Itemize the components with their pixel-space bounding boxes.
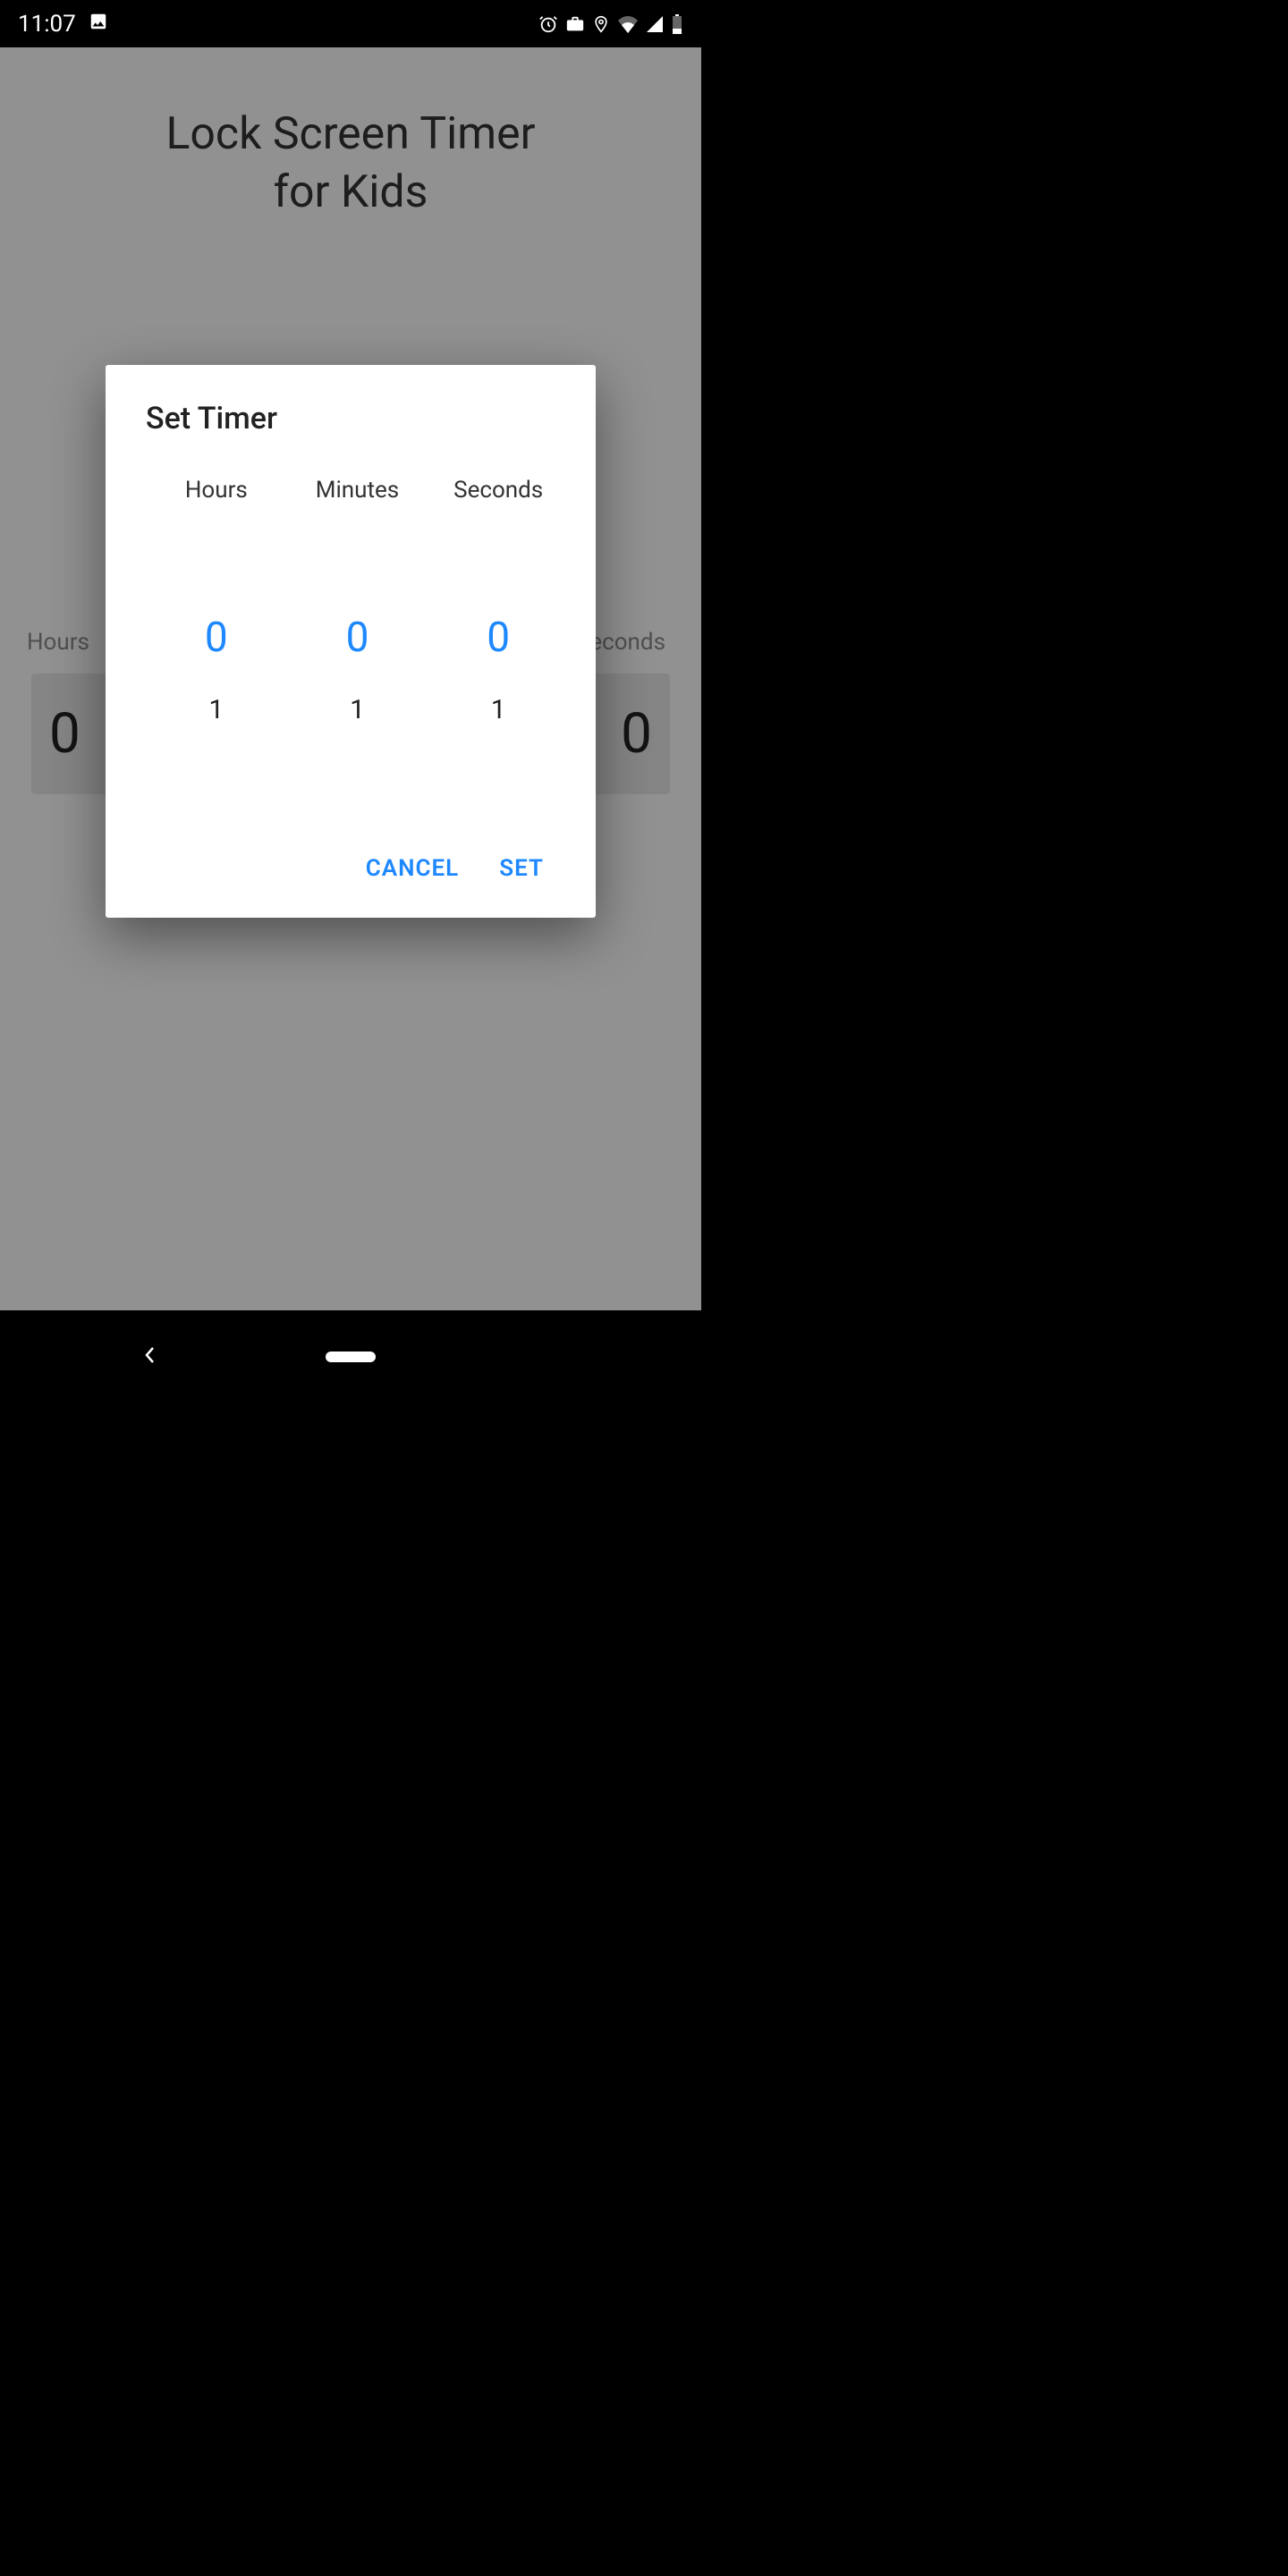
status-bar: 11:07 [0, 0, 701, 47]
hours-header: Hours [146, 477, 287, 504]
seconds-header: Seconds [428, 477, 569, 504]
hours-picker[interactable]: 0 1 [146, 521, 287, 754]
image-icon [89, 11, 108, 38]
set-button[interactable]: SET [499, 855, 544, 882]
signal-icon [646, 15, 664, 33]
status-time: 11:07 [18, 11, 76, 38]
cancel-button[interactable]: CANCEL [366, 855, 459, 882]
dialog-title: Set Timer [146, 401, 569, 436]
picker-wheels: 0 1 0 1 0 1 [146, 521, 569, 754]
set-timer-dialog: Set Timer Hours Minutes Seconds 0 1 0 1 … [106, 365, 596, 918]
alarm-icon [538, 14, 558, 34]
briefcase-icon [565, 14, 585, 34]
seconds-below: 1 [491, 666, 506, 754]
picker-headers: Hours Minutes Seconds [146, 477, 569, 504]
dialog-actions: CANCEL SET [146, 839, 569, 900]
hours-below: 1 [208, 666, 224, 754]
battery-icon [671, 14, 683, 34]
hours-current: 0 [205, 609, 228, 666]
minutes-picker[interactable]: 0 1 [287, 521, 428, 754]
home-pill[interactable] [326, 1352, 376, 1362]
device-frame: 11:07 [0, 0, 701, 1402]
minutes-current: 0 [346, 609, 369, 666]
seconds-current: 0 [487, 609, 510, 666]
status-right [538, 14, 683, 34]
seconds-picker[interactable]: 0 1 [428, 521, 569, 754]
nav-bar [0, 1310, 701, 1402]
minutes-below: 1 [350, 666, 365, 754]
status-left: 11:07 [18, 11, 108, 38]
wifi-icon [617, 15, 639, 33]
minutes-header: Minutes [287, 477, 428, 504]
location-icon [592, 14, 610, 34]
back-icon[interactable] [143, 1344, 157, 1369]
